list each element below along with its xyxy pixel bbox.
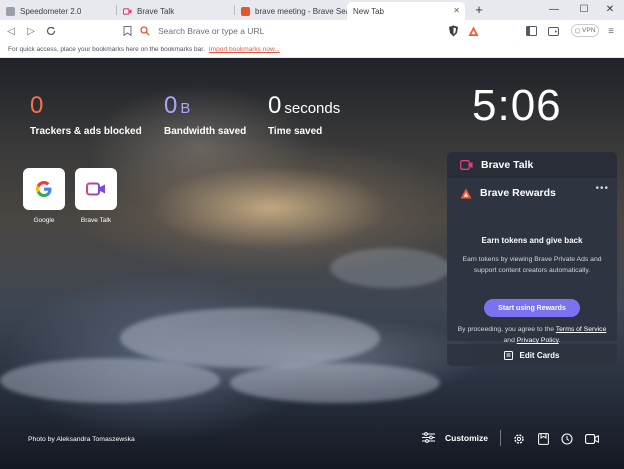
bookmark-icon[interactable] (120, 24, 134, 38)
rewards-card-header: Brave Rewards (460, 187, 556, 199)
top-site-label: Brave Talk (80, 217, 112, 224)
edit-cards-label: Edit Cards (519, 350, 560, 360)
brave-talk-card-title: Brave Talk (481, 159, 534, 171)
tab-speedometer[interactable]: Speedometer 2.0 (0, 2, 115, 20)
brave-talk-card[interactable]: Brave Talk (447, 152, 617, 178)
tab-title: Speedometer 2.0 (20, 6, 82, 16)
tab-brave-search[interactable]: brave meeting - Brave Search (235, 2, 347, 20)
vpn-button[interactable]: ⬡ VPN (571, 24, 599, 37)
bandwidth-count: 0 (164, 92, 178, 119)
url-placeholder: Search Brave or type a URL (158, 26, 265, 36)
top-site-google[interactable]: Google (22, 168, 66, 224)
brave-search-icon (241, 6, 250, 16)
maximize-icon[interactable]: ☐ (570, 0, 598, 18)
tab-strip: Speedometer 2.0 Brave Talk brave meeting… (0, 0, 624, 20)
bookmarks-icon[interactable] (536, 432, 550, 446)
tab-title: brave meeting - Brave Search (255, 6, 347, 16)
tab-new-tab[interactable]: New Tab ✕ (347, 2, 465, 20)
settings-icon[interactable] (512, 432, 526, 446)
brave-talk-icon (86, 182, 105, 196)
close-tab-icon[interactable]: ✕ (453, 6, 460, 15)
sidebar-icon[interactable] (524, 24, 538, 38)
time-label: Time saved (268, 126, 323, 137)
history-icon[interactable] (560, 432, 574, 446)
reload-icon[interactable] (44, 24, 58, 38)
background-foam (330, 248, 450, 288)
background-foam (230, 363, 440, 403)
edit-cards-icon (504, 350, 514, 360)
customize-button[interactable]: Customize (422, 432, 488, 443)
trackers-label: Trackers & ads blocked (30, 126, 142, 137)
stat-time: 0 seconds Time saved (268, 92, 341, 138)
address-bar[interactable]: Search Brave or type a URL (140, 23, 440, 39)
bandwidth-label: Bandwidth saved (164, 126, 247, 137)
customize-label: Customize (445, 432, 488, 443)
rewards-terms: By proceeding, you agree to the Terms of… (455, 324, 609, 346)
trackers-count: 0 (30, 92, 44, 119)
rewards-card-title: Brave Rewards (480, 187, 556, 199)
clock: 5:06 (472, 81, 562, 130)
top-site-tile[interactable] (75, 168, 117, 210)
import-bookmarks-link[interactable]: Import bookmarks now... (209, 46, 280, 53)
minimize-icon[interactable]: — (540, 0, 568, 18)
cards-panel: Brave Talk Brave Rewards ••• Earn tokens… (447, 152, 617, 366)
stat-bandwidth: 0B Bandwidth saved (164, 92, 247, 138)
google-icon (36, 181, 52, 197)
background-foam (0, 358, 220, 403)
stat-trackers: 0 Trackers & ads blocked (30, 92, 142, 138)
forward-icon[interactable]: ▷ (24, 24, 38, 38)
video-camera-icon (460, 160, 473, 170)
brave-search-icon (140, 26, 150, 36)
tab-title: Brave Talk (137, 6, 175, 16)
back-icon[interactable]: ◁ (4, 24, 18, 38)
top-site-label: Google (33, 217, 55, 224)
rewards-headline: Earn tokens and give back (481, 236, 583, 245)
terms-suffix: . (558, 337, 561, 344)
time-unit: seconds (284, 100, 341, 117)
bookmarks-bar: For quick access, place your bookmarks h… (0, 42, 624, 58)
video-camera-icon (123, 7, 132, 15)
terms-and: and (503, 337, 517, 344)
brave-talk-footer-icon[interactable] (585, 432, 599, 446)
terms-of-service-link[interactable]: Terms of Service (556, 326, 607, 333)
top-site-tile[interactable] (23, 168, 65, 210)
terms-prefix: By proceeding, you agree to the (457, 326, 556, 333)
brave-rewards-icon (460, 188, 472, 198)
edit-cards-button[interactable]: Edit Cards (447, 344, 617, 366)
privacy-policy-link[interactable]: Privacy Policy (517, 337, 559, 344)
brave-rewards-icon[interactable] (466, 24, 480, 38)
new-tab-button[interactable]: + (472, 2, 486, 18)
bandwidth-unit: B (180, 100, 191, 117)
vpn-label: VPN (582, 27, 596, 34)
page-icon (6, 6, 15, 16)
rewards-description: Earn tokens by viewing Brave Private Ads… (462, 256, 602, 274)
more-options-icon[interactable]: ••• (595, 183, 609, 194)
bookmarks-message: For quick access, place your bookmarks h… (8, 46, 205, 53)
menu-icon[interactable]: ≡ (604, 24, 618, 38)
brave-shields-icon[interactable] (446, 24, 460, 38)
close-window-icon[interactable]: ✕ (596, 0, 624, 18)
footer-divider (500, 430, 501, 446)
toolbar: ◁ ▷ Search Brave or type a URL ⬡ VPN ≡ (0, 20, 624, 42)
sliders-icon (422, 432, 435, 443)
wallet-icon[interactable] (546, 24, 560, 38)
photo-credit[interactable]: Photo by Aleksandra Tomaszewska (28, 436, 135, 443)
background-foam (120, 308, 380, 368)
tab-brave-talk[interactable]: Brave Talk (117, 2, 234, 20)
brave-rewards-card: Brave Rewards ••• Earn tokens and give b… (447, 178, 617, 344)
tab-title: New Tab (353, 6, 384, 16)
top-site-brave-talk[interactable]: Brave Talk (74, 168, 118, 224)
new-tab-page: 0 Trackers & ads blocked 0B Bandwidth sa… (0, 58, 624, 469)
time-count: 0 (268, 92, 282, 119)
start-rewards-button[interactable]: Start using Rewards (484, 299, 580, 317)
